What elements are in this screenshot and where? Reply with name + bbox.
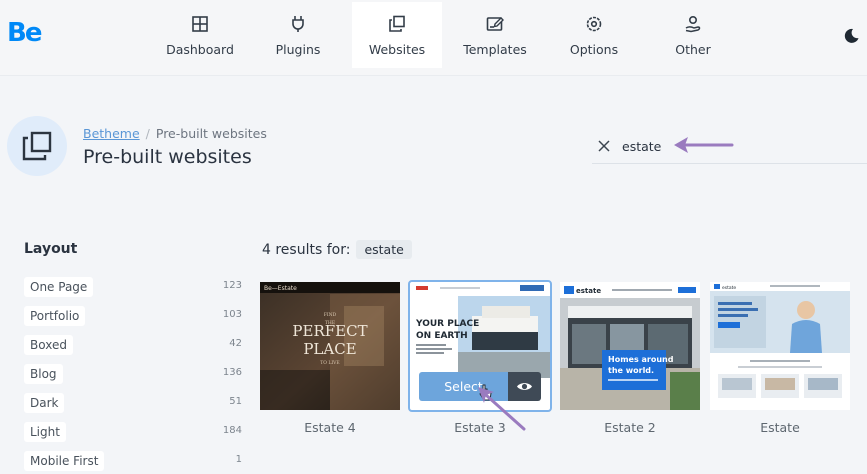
filter-portfolio[interactable]: Portfolio 103 <box>24 305 246 334</box>
filter-light[interactable]: Light 184 <box>24 421 246 450</box>
website-card-estate-2[interactable]: estate Homes around the world. Estate 2 <box>560 282 700 435</box>
nav-other-label: Other <box>675 42 711 57</box>
website-thumbnail[interactable]: estate Homes around the world. <box>560 282 700 410</box>
svg-text:FIND: FIND <box>324 312 337 318</box>
websites-stack-icon <box>389 15 405 32</box>
filter-label[interactable]: Dark <box>24 393 65 413</box>
nav-dashboard-label: Dashboard <box>166 42 234 57</box>
website-card-estate-4[interactable]: Be—Estate FIND THE PERFECT PLACE TO LIVE… <box>260 282 400 435</box>
annotation-arrow-search <box>674 137 734 153</box>
moon-icon[interactable] <box>842 27 860 45</box>
svg-text:the world.: the world. <box>608 366 654 375</box>
filter-count: 123 <box>222 280 242 291</box>
estate-2-preview: estate Homes around the world. <box>560 282 700 410</box>
filter-count: 184 <box>222 425 242 436</box>
svg-text:estate: estate <box>722 285 736 291</box>
user-hand-icon <box>685 15 701 33</box>
website-thumbnail[interactable]: estate <box>710 282 850 410</box>
filter-label[interactable]: Portfolio <box>24 306 86 326</box>
filter-label[interactable]: Blog <box>24 364 63 384</box>
breadcrumb-separator: / <box>145 126 150 141</box>
filter-count: 1 <box>235 454 242 465</box>
nav-plugins[interactable]: Plugins <box>253 2 343 68</box>
breadcrumb: Betheme / Pre-built websites <box>83 126 267 141</box>
dashboard-grid-icon <box>192 16 208 32</box>
svg-text:ON EARTH: ON EARTH <box>416 331 468 341</box>
breadcrumb-betheme-link[interactable]: Betheme <box>83 126 140 141</box>
svg-text:estate: estate <box>576 287 601 295</box>
svg-text:YOUR PLACE: YOUR PLACE <box>415 319 479 329</box>
top-navigation: Be Dashboard Plugins Websites Templates … <box>0 0 867 76</box>
filter-label[interactable]: One Page <box>24 277 94 297</box>
filter-label[interactable]: Mobile First <box>24 451 105 471</box>
page-title: Pre-built websites <box>83 146 252 168</box>
nav-websites[interactable]: Websites <box>352 2 442 68</box>
filter-count: 103 <box>222 309 242 320</box>
svg-text:TO LIVE: TO LIVE <box>320 360 339 366</box>
svg-text:Homes around: Homes around <box>608 355 674 364</box>
filter-count: 136 <box>222 367 242 378</box>
close-icon[interactable] <box>596 138 612 154</box>
nav-options-label: Options <box>569 42 619 57</box>
nav-options[interactable]: Options <box>549 2 639 68</box>
nav-websites-label: Websites <box>368 42 426 57</box>
breadcrumb-current: Pre-built websites <box>155 126 267 141</box>
nav-other[interactable]: Other <box>648 2 738 68</box>
template-edit-icon <box>486 17 504 31</box>
filter-count: 42 <box>229 338 242 349</box>
svg-text:Be—Estate: Be—Estate <box>264 285 297 292</box>
nav-dashboard[interactable]: Dashboard <box>155 2 245 68</box>
website-card-estate[interactable]: estate Estate <box>710 282 850 435</box>
filter-count: 51 <box>229 396 242 407</box>
filter-dark[interactable]: Dark 51 <box>24 392 246 421</box>
nav-templates[interactable]: Templates <box>450 2 540 68</box>
layout-filter-title: Layout <box>24 241 78 257</box>
filter-one-page[interactable]: One Page 123 <box>24 276 246 305</box>
svg-text:PLACE: PLACE <box>303 340 356 358</box>
svg-text:PERFECT: PERFECT <box>292 322 367 340</box>
results-count: 4 results for: <box>262 242 351 258</box>
filter-mobile-first[interactable]: Mobile First 1 <box>24 450 246 474</box>
filter-blog[interactable]: Blog 136 <box>24 363 246 392</box>
website-card-title: Estate 4 <box>304 420 356 435</box>
website-card-title: Estate <box>760 420 800 435</box>
layout-filter-list: One Page 123 Portfolio 103 Boxed 42 Blog 136… <box>24 276 246 474</box>
websites-header-icon <box>7 116 67 176</box>
results-summary: 4 results for: estate <box>262 240 412 259</box>
website-card-title: Estate 2 <box>604 420 656 435</box>
estate-preview: estate <box>710 282 850 410</box>
filter-label[interactable]: Light <box>24 422 66 442</box>
filter-boxed[interactable]: Boxed 42 <box>24 334 246 363</box>
nav-templates-label: Templates <box>463 42 527 57</box>
nav-plugins-label: Plugins <box>275 42 321 57</box>
filter-label[interactable]: Boxed <box>24 335 73 355</box>
annotation-arrow-select <box>478 387 526 431</box>
gear-icon <box>586 16 602 32</box>
estate-4-preview: Be—Estate FIND THE PERFECT PLACE TO LIVE <box>260 282 400 410</box>
results-search-term: estate <box>356 240 412 259</box>
website-thumbnail[interactable]: Be—Estate FIND THE PERFECT PLACE TO LIVE <box>260 282 400 410</box>
betheme-logo[interactable]: Be <box>7 18 42 48</box>
plug-icon <box>292 16 304 32</box>
